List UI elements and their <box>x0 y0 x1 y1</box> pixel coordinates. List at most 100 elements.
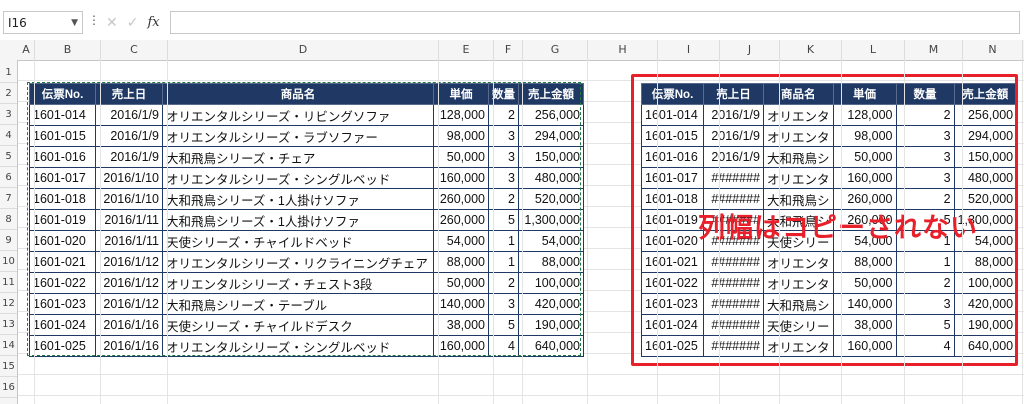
row-header-7[interactable]: 7 <box>0 188 17 209</box>
table-cell[interactable]: オリエンタルシリーズ・ラブソファー <box>162 125 434 147</box>
row-header-8[interactable]: 8 <box>0 209 17 230</box>
name-box[interactable]: I16 ▼ <box>3 11 83 34</box>
table-cell[interactable]: 190,000 <box>953 314 1018 336</box>
table-cell[interactable]: 大和飛鳥シ <box>763 146 834 168</box>
table-cell[interactable]: 1601-016 <box>29 146 96 168</box>
table-cell[interactable]: 294,000 <box>953 125 1018 147</box>
row-header-9[interactable]: 9 <box>0 230 17 251</box>
table-cell[interactable]: 50,000 <box>433 146 489 168</box>
header-cell[interactable]: 売上金額 <box>953 83 1018 105</box>
table-cell[interactable]: ####### <box>703 272 764 294</box>
table-cell[interactable]: 1601-016 <box>641 146 704 168</box>
header-cell[interactable]: 単価 <box>433 83 489 105</box>
table-cell[interactable]: 1601-025 <box>29 335 96 357</box>
table-cell[interactable]: 54,000 <box>518 230 584 252</box>
table-cell[interactable]: 2016/1/9 <box>703 146 764 168</box>
table-cell[interactable]: オリエンタルシリーズ・リビングソファ <box>162 104 434 126</box>
table-cell[interactable]: 1601-024 <box>641 314 704 336</box>
header-cell[interactable]: 売上金額 <box>518 83 584 105</box>
header-cell[interactable]: 売上日 <box>95 83 163 105</box>
table-cell[interactable]: 大和飛鳥シリーズ・1人掛けソファ <box>162 209 434 231</box>
column-header-b[interactable]: B <box>35 40 101 60</box>
table-cell[interactable]: 2016/1/11 <box>95 209 163 231</box>
table-cell[interactable]: 2016/1/10 <box>95 188 163 210</box>
table-cell[interactable]: 1601-015 <box>641 125 704 147</box>
table-cell[interactable]: 1601-014 <box>29 104 96 126</box>
column-header-f[interactable]: F <box>494 40 523 60</box>
table-cell[interactable]: 256,000 <box>518 104 584 126</box>
table-cell[interactable]: 天使シリー <box>763 230 834 252</box>
header-cell[interactable]: 伝票No. <box>641 83 704 105</box>
table-cell[interactable]: 2016/1/12 <box>95 293 163 315</box>
table-cell[interactable]: 1601-019 <box>29 209 96 231</box>
table-cell[interactable]: オリエンタルシリーズ・チェスト3段 <box>162 272 434 294</box>
table-cell[interactable]: 150,000 <box>518 146 584 168</box>
table-cell[interactable]: 2016/1/11 <box>95 230 163 252</box>
chevron-down-icon[interactable]: ▼ <box>71 12 78 35</box>
table-cell[interactable]: 150,000 <box>953 146 1018 168</box>
table-cell[interactable]: 54,000 <box>433 230 489 252</box>
table-cell[interactable]: 260,000 <box>433 209 489 231</box>
row-header-14[interactable]: 14 <box>0 335 17 356</box>
table-cell[interactable]: 2016/1/12 <box>95 272 163 294</box>
table-cell[interactable]: 天使シリーズ・チャイルドベッド <box>162 230 434 252</box>
column-header-a[interactable]: A <box>18 40 35 60</box>
table-cell[interactable]: ####### <box>703 209 764 231</box>
table-cell[interactable]: 640,000 <box>518 335 584 357</box>
table-cell[interactable]: 140,000 <box>832 293 897 315</box>
formula-input[interactable] <box>170 11 1020 34</box>
table-cell[interactable]: 38,000 <box>433 314 489 336</box>
row-header-13[interactable]: 13 <box>0 314 17 335</box>
table-cell[interactable]: ####### <box>703 188 764 210</box>
table-cell[interactable]: 2016/1/9 <box>95 146 163 168</box>
table-cell[interactable]: 260,000 <box>832 188 897 210</box>
table-cell[interactable]: 294,000 <box>518 125 584 147</box>
table-cell[interactable]: 1601-023 <box>29 293 96 315</box>
table-cell[interactable]: 190,000 <box>518 314 584 336</box>
table-cell[interactable]: 1601-018 <box>641 188 704 210</box>
table-cell[interactable]: 1601-022 <box>29 272 96 294</box>
table-cell[interactable]: 50,000 <box>832 272 897 294</box>
table-cell[interactable]: 2016/1/9 <box>95 104 163 126</box>
row-header-5[interactable]: 5 <box>0 146 17 167</box>
table-cell[interactable]: 160,000 <box>433 167 489 189</box>
table-cell[interactable]: 2016/1/12 <box>95 251 163 273</box>
table-cell[interactable]: 1,300,000 <box>518 209 584 231</box>
row-header-16[interactable]: 16 <box>0 377 17 398</box>
table-cell[interactable]: 大和飛鳥シリーズ・1人掛けソファ <box>162 188 434 210</box>
table-cell[interactable]: 128,000 <box>832 104 897 126</box>
table-cell[interactable]: オリエンタルシリーズ・リクライニングチェア <box>162 251 434 273</box>
column-header-l[interactable]: L <box>842 40 905 60</box>
table-cell[interactable]: 大和飛鳥シ <box>763 188 834 210</box>
column-header-n[interactable]: N <box>963 40 1023 60</box>
header-cell[interactable]: 売上日 <box>703 83 764 105</box>
table-cell[interactable]: 2016/1/9 <box>703 104 764 126</box>
table-cell[interactable]: 1601-024 <box>29 314 96 336</box>
table-cell[interactable]: 大和飛鳥シリーズ・テーブル <box>162 293 434 315</box>
table-cell[interactable]: 480,000 <box>953 167 1018 189</box>
column-header-g[interactable]: G <box>523 40 588 60</box>
table-cell[interactable]: 天使シリーズ・チャイルドデスク <box>162 314 434 336</box>
table-cell[interactable]: 1601-015 <box>29 125 96 147</box>
table-cell[interactable]: 100,000 <box>518 272 584 294</box>
column-header-i[interactable]: I <box>658 40 720 60</box>
table-cell[interactable]: 2016/1/9 <box>703 125 764 147</box>
table-cell[interactable]: 1601-025 <box>641 335 704 357</box>
table-cell[interactable]: ####### <box>703 335 764 357</box>
table-cell[interactable]: 520,000 <box>518 188 584 210</box>
confirm-icon[interactable]: ✓ <box>127 15 139 31</box>
table-cell[interactable]: ####### <box>703 230 764 252</box>
column-header-j[interactable]: J <box>720 40 780 60</box>
table-cell[interactable]: 1,300,000 <box>953 209 1018 231</box>
header-cell[interactable]: 単価 <box>832 83 897 105</box>
table-cell[interactable]: 天使シリー <box>763 314 834 336</box>
table-cell[interactable]: 160,000 <box>832 335 897 357</box>
table-cell[interactable]: 88,000 <box>953 251 1018 273</box>
table-cell[interactable]: 1601-017 <box>641 167 704 189</box>
table-cell[interactable]: 2016/1/10 <box>95 167 163 189</box>
table-cell[interactable]: ####### <box>703 314 764 336</box>
row-header-3[interactable]: 3 <box>0 104 17 125</box>
cancel-icon[interactable]: ✕ <box>106 15 118 31</box>
table-cell[interactable]: オリエンタ <box>763 272 834 294</box>
insert-function-icon[interactable]: fx <box>147 15 159 30</box>
